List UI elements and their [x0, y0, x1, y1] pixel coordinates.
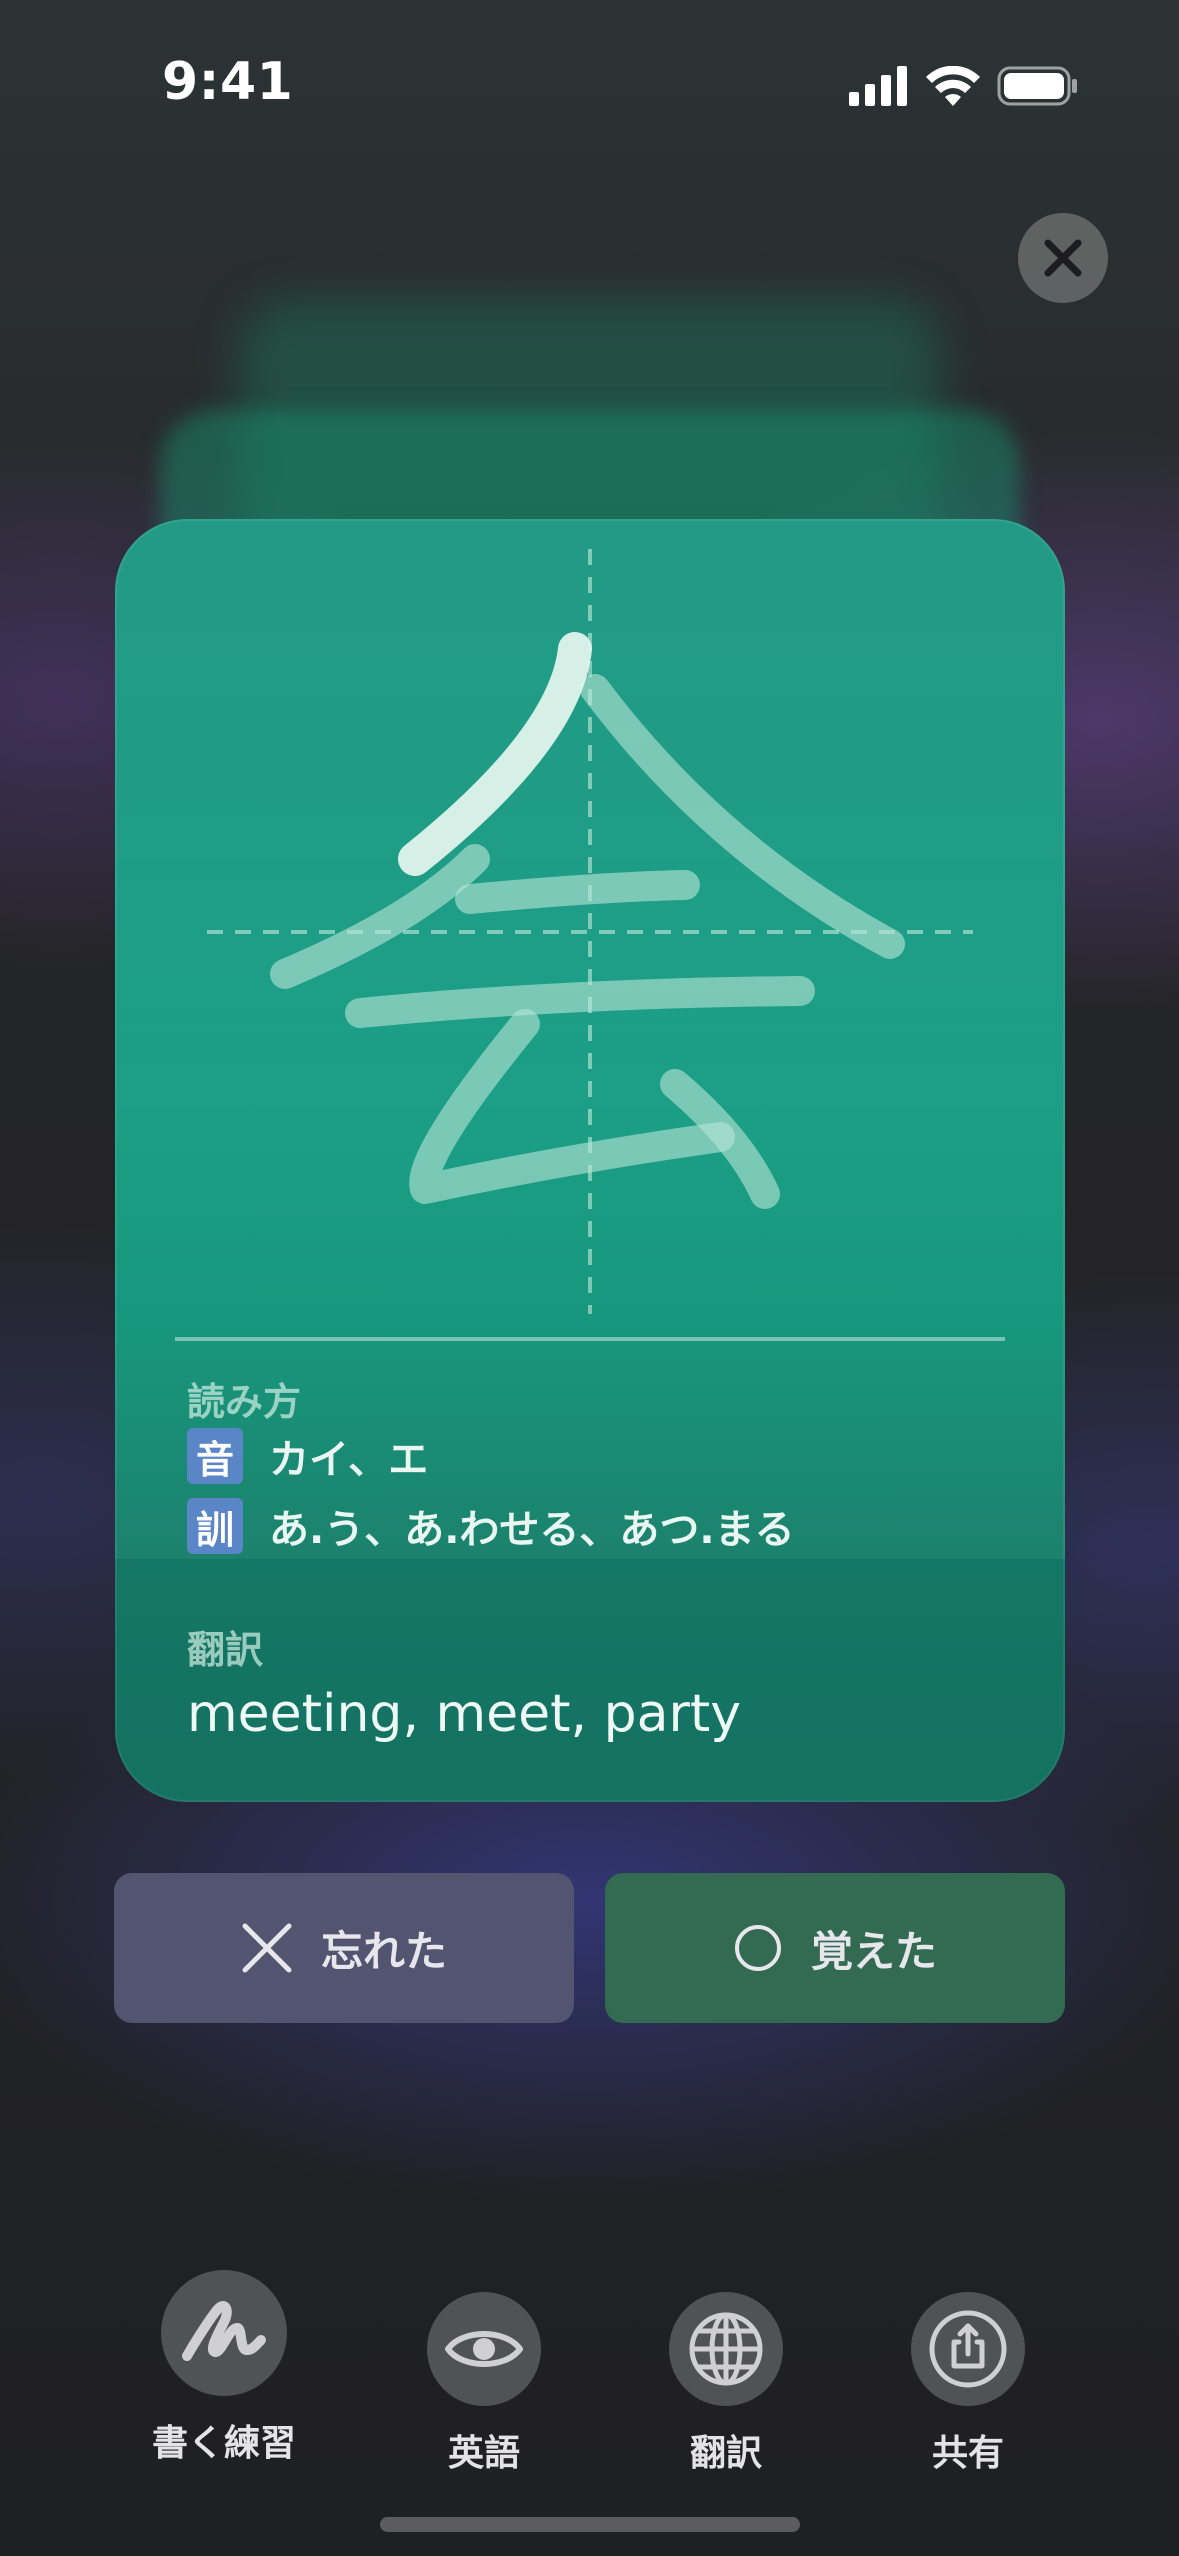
english-button[interactable]: [427, 2292, 541, 2406]
circle-icon: [734, 1925, 781, 1971]
toolbar-share[interactable]: 共有: [878, 2292, 1058, 2476]
globe-icon: [689, 2312, 763, 2386]
reading-title: 読み方: [187, 1380, 302, 1424]
cross-icon: [242, 1923, 292, 1973]
home-indicator: [380, 2517, 800, 2532]
kun-reading-row: 訓 あ.う、あ.わせる、あつ.まる: [187, 1497, 795, 1555]
flashcard[interactable]: 読み方 音 カイ、エ 訓 あ.う、あ.わせる、あつ.まる 翻訳 meeting,…: [115, 519, 1065, 1802]
kun-reading-text: あ.う、あ.わせる、あつ.まる: [269, 1507, 795, 1553]
toolbar-label-english: 英語: [447, 2433, 520, 2474]
battery-icon: [997, 66, 1077, 106]
toolbar-english[interactable]: 英語: [394, 2292, 574, 2476]
wifi-icon: [926, 66, 980, 106]
translation-text: meeting, meet, party: [187, 1684, 741, 1744]
on-reading-badge: 音: [187, 1428, 243, 1484]
card-divider: [175, 1337, 1005, 1341]
eye-icon: [445, 2331, 523, 2367]
share-button[interactable]: [911, 2292, 1025, 2406]
on-reading-text: カイ、エ: [269, 1437, 429, 1483]
status-icons: [849, 66, 1079, 106]
toolbar-label-translation: 翻訳: [689, 2433, 762, 2474]
forgot-label: 忘れた: [320, 1926, 447, 1976]
toolbar-handwriting[interactable]: 書く練習: [132, 2270, 316, 2466]
status-time: 9:41: [162, 52, 294, 112]
kanji-stroke-drawing[interactable]: [115, 519, 1065, 1319]
toolbar-label-handwriting: 書く練習: [151, 2423, 296, 2464]
on-reading-row: 音 カイ、エ: [187, 1427, 428, 1485]
close-button[interactable]: [1018, 213, 1108, 303]
share-icon: [929, 2310, 1007, 2388]
toolbar-translation[interactable]: 翻訳: [636, 2292, 816, 2476]
remembered-button[interactable]: 覚えた: [605, 1873, 1065, 2023]
cellular-signal-icon: [849, 66, 907, 106]
toolbar-label-share: 共有: [931, 2433, 1004, 2474]
close-icon: [1044, 239, 1082, 277]
forgot-button[interactable]: 忘れた: [114, 1873, 574, 2023]
translation-title: 翻訳: [187, 1628, 264, 1672]
kun-reading-badge: 訓: [187, 1498, 243, 1554]
remembered-label: 覚えた: [810, 1926, 937, 1976]
handwriting-button[interactable]: [161, 2270, 287, 2396]
card-lower-section: [115, 1559, 1065, 1802]
translation-button[interactable]: [669, 2292, 783, 2406]
handwriting-icon: [182, 2301, 266, 2361]
